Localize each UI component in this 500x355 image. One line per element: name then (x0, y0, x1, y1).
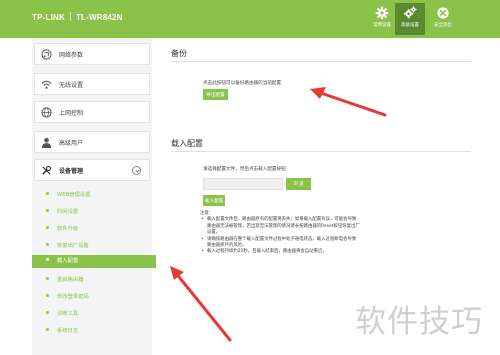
annotation-arrows (170, 87, 387, 342)
annotation-arrow-load (170, 266, 232, 342)
annotation-arrow-backup (310, 87, 387, 117)
